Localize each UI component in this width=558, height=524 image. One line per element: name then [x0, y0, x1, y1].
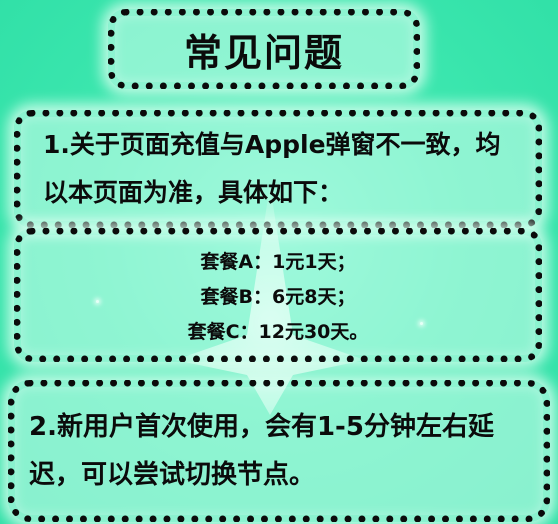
faq-2-text: 2.新用户首次使用，会有1-5分钟左右延迟，可以尝试切换节点。 [29, 412, 494, 490]
faq-item-1: 1.关于页面充值与Apple弹窗不一致，均以本页面为准，具体如下： [14, 110, 542, 228]
faq-item-2: 2.新用户首次使用，会有1-5分钟左右延迟，可以尝试切换节点。 [8, 380, 550, 522]
title-banner: 常见问题 [108, 9, 420, 89]
plan-item-c: 套餐C：12元30天。 [187, 320, 369, 343]
plan-item-a: 套餐A：1元1天； [200, 250, 356, 273]
plan-list: 套餐A：1元1天； 套餐B：6元8天； 套餐C：12元30天。 [14, 228, 542, 362]
page-title: 常见问题 [183, 30, 344, 75]
faq-1-text: 1.关于页面充值与Apple弹窗不一致，均以本页面为准，具体如下： [43, 130, 501, 207]
plan-item-b: 套餐B：6元8天； [200, 285, 356, 308]
